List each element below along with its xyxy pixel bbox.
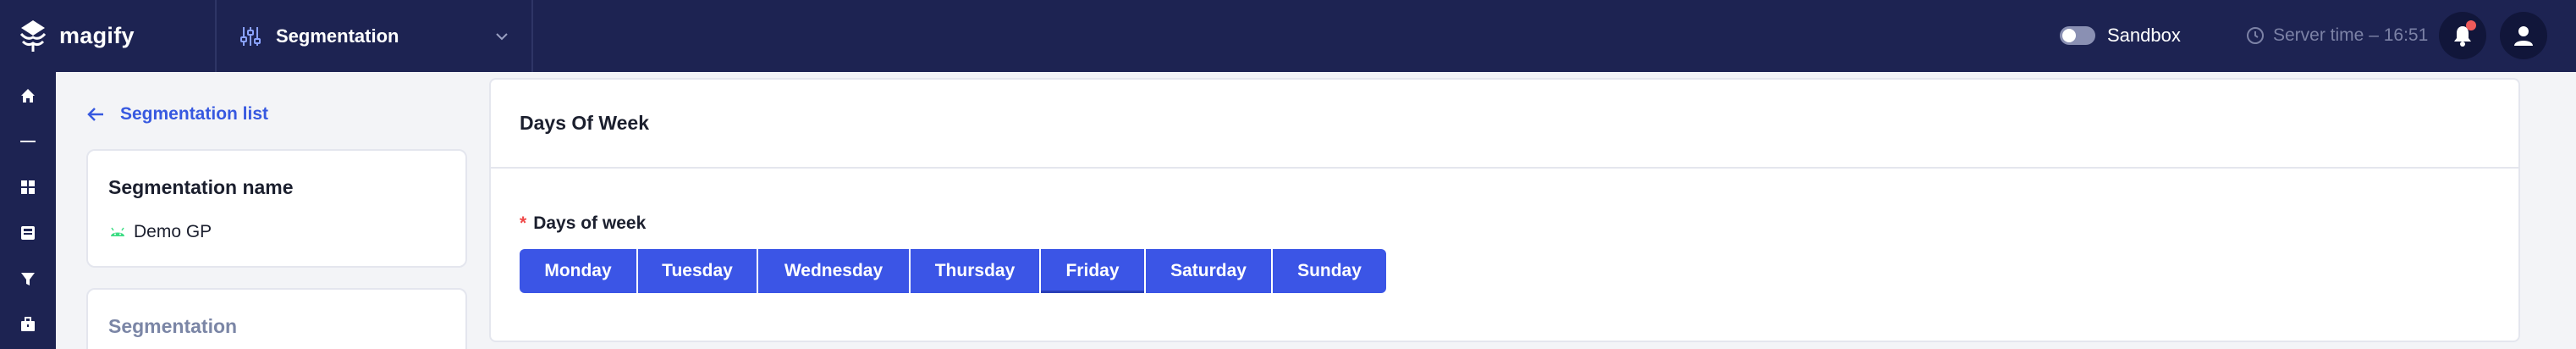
day-button-friday[interactable]: Friday <box>1041 249 1146 293</box>
segmentation-name-card: Segmentation name Demo GP <box>86 149 467 268</box>
segmentation-card: Segmentation <box>86 288 467 349</box>
server-time-text: Server time – 16:51 <box>2273 25 2429 45</box>
sandbox-label: Sandbox <box>2107 25 2181 46</box>
logo[interactable]: magify <box>15 15 135 56</box>
chevron-down-icon <box>496 32 508 40</box>
field-label-text: Days of week <box>533 213 647 233</box>
required-marker: * <box>520 213 527 233</box>
clock-icon <box>2247 27 2264 44</box>
logo-text: magify <box>59 22 135 48</box>
app-selector-label: Segmentation <box>276 25 399 47</box>
day-button-monday[interactable]: Monday <box>520 249 638 293</box>
rail-item-divider <box>0 125 56 158</box>
rail-item-filter[interactable] <box>0 262 56 296</box>
panel-divider <box>491 167 2518 169</box>
sliders-icon <box>240 26 261 46</box>
rail-item-dashboard[interactable] <box>0 170 56 204</box>
day-button-tuesday[interactable]: Tuesday <box>638 249 758 293</box>
rail-item-briefcase[interactable] <box>0 307 56 341</box>
briefcase-icon <box>21 317 35 331</box>
days-button-group: Monday Tuesday Wednesday Thursday Friday… <box>520 249 1386 293</box>
server-time: Server time – 16:51 <box>2246 20 2428 51</box>
day-button-sunday[interactable]: Sunday <box>1273 249 1386 293</box>
magify-logo-icon <box>19 20 47 52</box>
filter-icon <box>21 273 35 285</box>
left-rail <box>0 72 56 349</box>
day-button-saturday[interactable]: Saturday <box>1146 249 1273 293</box>
sandbox-toggle[interactable]: Sandbox <box>2060 20 2181 51</box>
inbox-icon <box>21 226 35 240</box>
notifications-button[interactable] <box>2439 12 2486 59</box>
grid-icon <box>21 180 35 194</box>
rail-item-inbox[interactable] <box>0 216 56 250</box>
back-to-segmentation-list[interactable]: Segmentation list <box>85 102 268 127</box>
segment-name: Demo GP <box>108 222 212 242</box>
segment-name-text: Demo GP <box>134 222 212 241</box>
app-selector[interactable]: Segmentation <box>217 0 531 72</box>
days-of-week-label: * Days of week <box>520 213 646 234</box>
card-title: Segmentation name <box>108 176 294 198</box>
home-icon <box>21 89 35 102</box>
rail-item-home[interactable] <box>0 79 56 113</box>
profile-button[interactable] <box>2500 12 2547 59</box>
top-bar: magify Segmentation Sandbox Server time … <box>0 0 2576 72</box>
back-link-label: Segmentation list <box>120 104 269 124</box>
card-title: Segmentation <box>108 315 238 337</box>
notification-badge <box>2466 20 2476 30</box>
dash-icon <box>20 141 36 142</box>
day-button-thursday[interactable]: Thursday <box>911 249 1041 293</box>
header-divider <box>531 0 533 72</box>
toggle-switch[interactable] <box>2060 26 2095 45</box>
arrow-left-icon <box>87 108 103 121</box>
user-icon <box>2514 26 2533 46</box>
days-of-week-panel: Days Of Week * Days of week Monday Tuesda… <box>489 78 2520 342</box>
panel-title: Days Of Week <box>520 112 649 134</box>
android-icon <box>111 227 124 236</box>
day-button-wednesday[interactable]: Wednesday <box>758 249 911 293</box>
